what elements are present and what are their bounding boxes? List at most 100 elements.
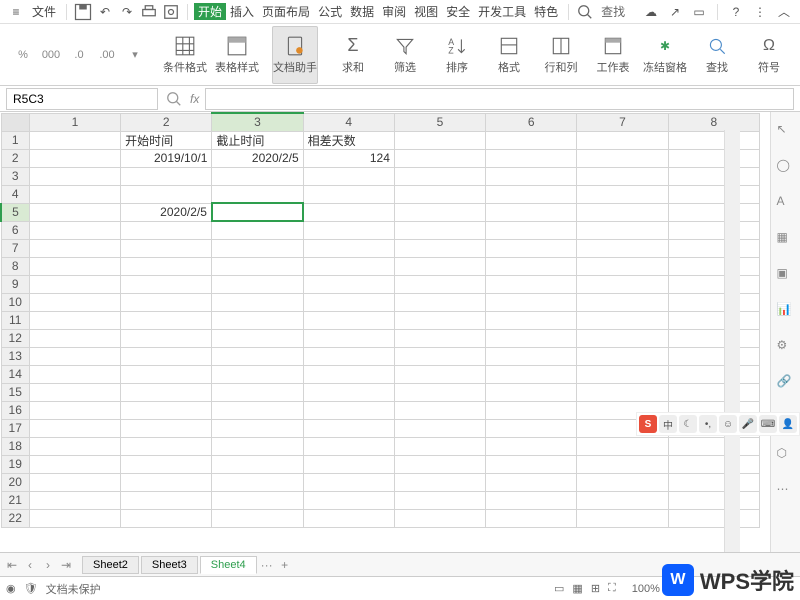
row-header[interactable]: 3 bbox=[1, 167, 29, 185]
cell[interactable] bbox=[577, 221, 668, 239]
cell[interactable] bbox=[577, 473, 668, 491]
undo-icon[interactable]: ↶ bbox=[95, 2, 115, 22]
cell[interactable] bbox=[668, 131, 759, 149]
ime-lang-icon[interactable]: 中 bbox=[659, 415, 677, 433]
cell[interactable] bbox=[121, 167, 212, 185]
grid[interactable]: 123456781开始时间截止时间相差天数22019/10/12020/2/51… bbox=[0, 112, 770, 552]
cell[interactable] bbox=[394, 401, 485, 419]
cell[interactable] bbox=[577, 275, 668, 293]
cell[interactable] bbox=[121, 257, 212, 275]
cell[interactable] bbox=[668, 437, 759, 455]
cell[interactable] bbox=[121, 509, 212, 527]
cell[interactable] bbox=[121, 437, 212, 455]
cell[interactable] bbox=[121, 311, 212, 329]
ime-punct-icon[interactable]: •, bbox=[699, 415, 717, 433]
cell[interactable] bbox=[29, 239, 120, 257]
cell[interactable] bbox=[668, 365, 759, 383]
row-header[interactable]: 7 bbox=[1, 239, 29, 257]
cell[interactable] bbox=[29, 203, 120, 221]
tab-add-icon[interactable]: + bbox=[277, 558, 293, 572]
ime-moon-icon[interactable]: ☾ bbox=[679, 415, 697, 433]
cell[interactable] bbox=[486, 437, 577, 455]
collapse-ribbon-icon[interactable]: ︿ bbox=[774, 2, 794, 22]
cell[interactable] bbox=[577, 239, 668, 257]
sheet-tab[interactable]: Sheet4 bbox=[200, 556, 257, 574]
window-icon[interactable]: ▭ bbox=[689, 2, 709, 22]
more-tools-icon[interactable]: ⋯ bbox=[777, 482, 795, 500]
cell[interactable] bbox=[212, 491, 303, 509]
cell[interactable] bbox=[486, 185, 577, 203]
fx-search-icon[interactable] bbox=[164, 89, 184, 109]
col-header[interactable]: 4 bbox=[303, 113, 394, 131]
row-header[interactable]: 4 bbox=[1, 185, 29, 203]
shape-tool-icon[interactable]: ◯ bbox=[777, 158, 795, 176]
cell[interactable] bbox=[668, 455, 759, 473]
cell[interactable]: 2020/2/5 bbox=[121, 203, 212, 221]
sum-button[interactable]: Σ 求和 bbox=[330, 26, 376, 84]
row-header[interactable]: 11 bbox=[1, 311, 29, 329]
cell[interactable] bbox=[486, 257, 577, 275]
cell[interactable] bbox=[394, 149, 485, 167]
tab-last-icon[interactable]: ⇥ bbox=[58, 558, 74, 572]
cell[interactable] bbox=[303, 221, 394, 239]
hamburger-icon[interactable]: ≡ bbox=[6, 2, 26, 22]
cell[interactable] bbox=[121, 329, 212, 347]
col-header[interactable]: 5 bbox=[394, 113, 485, 131]
cell[interactable] bbox=[394, 473, 485, 491]
cell[interactable] bbox=[212, 509, 303, 527]
menu-tab-2[interactable]: 页面布局 bbox=[258, 3, 314, 20]
cell[interactable] bbox=[394, 329, 485, 347]
cell[interactable] bbox=[121, 419, 212, 437]
cell[interactable] bbox=[303, 365, 394, 383]
row-col-button[interactable]: 行和列 bbox=[538, 26, 584, 84]
cell[interactable] bbox=[212, 365, 303, 383]
cell[interactable] bbox=[577, 491, 668, 509]
cell[interactable] bbox=[212, 311, 303, 329]
cell[interactable]: 2020/2/5 bbox=[212, 149, 303, 167]
cell[interactable] bbox=[303, 257, 394, 275]
cell[interactable] bbox=[212, 455, 303, 473]
cell[interactable] bbox=[486, 131, 577, 149]
table-tool-icon[interactable]: ▦ bbox=[777, 230, 795, 248]
cell[interactable] bbox=[668, 293, 759, 311]
cell[interactable] bbox=[29, 473, 120, 491]
cell[interactable] bbox=[121, 473, 212, 491]
cell[interactable] bbox=[121, 455, 212, 473]
cell[interactable] bbox=[486, 365, 577, 383]
cell[interactable] bbox=[394, 311, 485, 329]
cell[interactable] bbox=[486, 239, 577, 257]
tab-next-icon[interactable]: › bbox=[40, 558, 56, 572]
cell[interactable] bbox=[212, 203, 303, 221]
row-header[interactable]: 20 bbox=[1, 473, 29, 491]
cell[interactable] bbox=[668, 329, 759, 347]
more-icon[interactable]: ⋮ bbox=[750, 2, 770, 22]
row-header[interactable]: 13 bbox=[1, 347, 29, 365]
cell[interactable] bbox=[668, 347, 759, 365]
cell[interactable] bbox=[486, 383, 577, 401]
cell[interactable] bbox=[394, 347, 485, 365]
decimal-decrease-button[interactable]: .00 bbox=[96, 45, 118, 65]
cell[interactable] bbox=[212, 293, 303, 311]
row-header[interactable]: 19 bbox=[1, 455, 29, 473]
cell[interactable] bbox=[212, 437, 303, 455]
cloud-icon[interactable]: ☁ bbox=[641, 2, 661, 22]
cell[interactable] bbox=[121, 401, 212, 419]
filter-button[interactable]: 筛选 bbox=[382, 26, 428, 84]
row-header[interactable]: 8 bbox=[1, 257, 29, 275]
cell[interactable] bbox=[29, 311, 120, 329]
cell[interactable] bbox=[29, 509, 120, 527]
cell[interactable] bbox=[668, 509, 759, 527]
cell[interactable] bbox=[212, 239, 303, 257]
redo-icon[interactable]: ↷ bbox=[117, 2, 137, 22]
cell[interactable] bbox=[486, 455, 577, 473]
cell[interactable] bbox=[486, 203, 577, 221]
doc-assistant-button[interactable]: 文档助手 bbox=[272, 26, 318, 84]
cell[interactable] bbox=[212, 167, 303, 185]
cell[interactable] bbox=[668, 203, 759, 221]
row-header[interactable]: 17 bbox=[1, 419, 29, 437]
cell[interactable] bbox=[577, 293, 668, 311]
cell[interactable] bbox=[212, 473, 303, 491]
cell[interactable] bbox=[577, 509, 668, 527]
cell[interactable] bbox=[303, 293, 394, 311]
cell[interactable] bbox=[303, 401, 394, 419]
